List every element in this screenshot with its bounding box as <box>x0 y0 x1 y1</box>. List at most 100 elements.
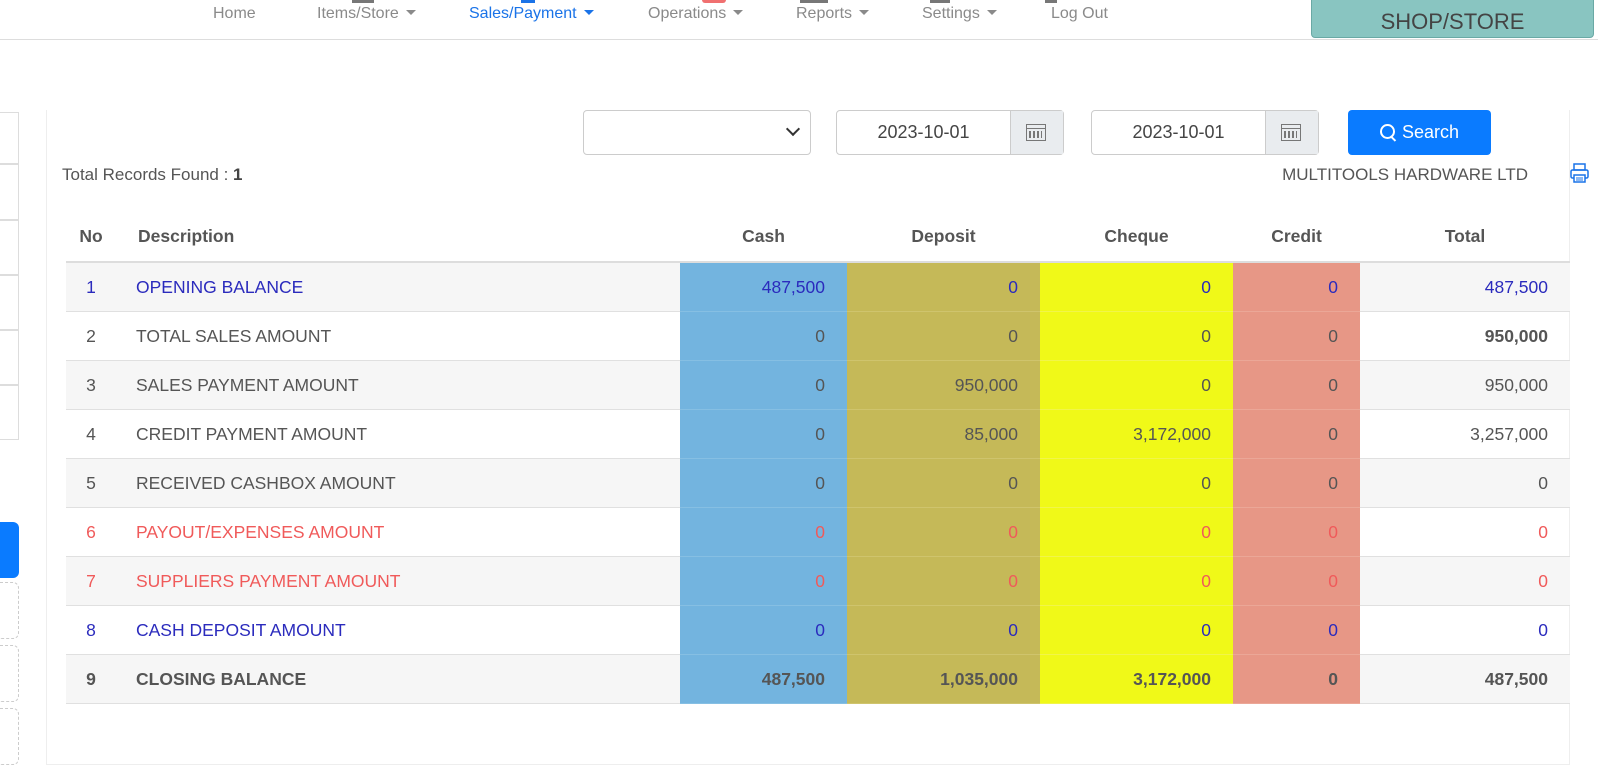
caret-down-icon <box>733 10 744 15</box>
row-deposit: 0 <box>847 605 1040 655</box>
sidebar-tab-5[interactable] <box>0 330 19 385</box>
nav-settings-label: Settings <box>922 5 980 22</box>
nav-log-out-label: Log Out <box>1051 5 1108 22</box>
row-description[interactable]: CASH DEPOSIT AMOUNT <box>116 605 680 655</box>
sidebar-active-tab[interactable] <box>0 522 19 578</box>
caret-down-icon <box>583 10 594 15</box>
row-cheque: 0 <box>1040 556 1233 606</box>
settings-icon <box>930 0 950 3</box>
row-credit: 0 <box>1233 507 1360 557</box>
row-cash: 0 <box>680 605 847 655</box>
row-no: 1 <box>66 262 116 312</box>
table-header-row: No Description Cash Deposit Cheque Credi… <box>66 212 1570 263</box>
row-cash: 487,500 <box>680 654 847 704</box>
sidebar-tab-1[interactable] <box>0 112 19 164</box>
row-no: 6 <box>66 507 116 557</box>
row-no: 8 <box>66 605 116 655</box>
total-records-label: Total Records Found : <box>62 165 234 184</box>
sidebar-tab-2[interactable] <box>0 164 19 220</box>
row-cheque: 3,172,000 <box>1040 409 1233 459</box>
row-no: 5 <box>66 458 116 508</box>
row-total: 950,000 <box>1360 360 1570 410</box>
row-cheque: 0 <box>1040 311 1233 361</box>
row-credit: 0 <box>1233 409 1360 459</box>
sidebar-dashed-tab-2[interactable] <box>0 645 19 702</box>
date-from-calendar-button[interactable] <box>1010 111 1063 154</box>
row-total: 0 <box>1360 507 1570 557</box>
row-cash: 487,500 <box>680 262 847 312</box>
row-description: CREDIT PAYMENT AMOUNT <box>116 409 680 459</box>
row-deposit: 0 <box>847 556 1040 606</box>
company-name: MULTITOOLS HARDWARE LTD <box>1282 165 1528 184</box>
search-button[interactable]: Search <box>1348 110 1491 155</box>
log-out-icon <box>1045 0 1057 3</box>
row-cheque: 3,172,000 <box>1040 654 1233 704</box>
row-credit: 0 <box>1233 654 1360 704</box>
header-total: Total <box>1360 212 1570 263</box>
row-deposit: 0 <box>847 507 1040 557</box>
row-no: 9 <box>66 654 116 704</box>
row-total: 0 <box>1360 605 1570 655</box>
search-icon <box>1379 123 1396 142</box>
row-credit: 0 <box>1233 311 1360 361</box>
nav-sales-payment-label: Sales/Payment <box>469 5 577 22</box>
reports-icon <box>800 0 828 3</box>
sales-payment-icon <box>521 0 535 3</box>
row-credit: 0 <box>1233 262 1360 312</box>
row-description: RECEIVED CASHBOX AMOUNT <box>116 458 680 508</box>
nav-items-store[interactable]: Items/Store <box>317 5 416 23</box>
date-to-calendar-button[interactable] <box>1265 111 1318 154</box>
nav-sales-payment[interactable]: Sales/Payment <box>469 5 594 23</box>
row-cheque: 0 <box>1040 262 1233 312</box>
shop-store-button[interactable]: SHOP/STORE <box>1311 0 1594 38</box>
header-description: Description <box>116 212 680 263</box>
row-cheque: 0 <box>1040 605 1233 655</box>
sidebar-tab-6[interactable] <box>0 385 19 440</box>
table-row: 1 OPENING BALANCE 487,500 0 0 0 487,500 <box>66 262 1570 312</box>
sidebar-tab-4[interactable] <box>0 275 19 330</box>
filter-select[interactable] <box>583 110 811 155</box>
row-cash: 0 <box>680 556 847 606</box>
table-row: 2 TOTAL SALES AMOUNT 0 0 0 0 950,000 <box>66 311 1570 361</box>
total-records: Total Records Found : 1 <box>62 165 243 185</box>
header-no: No <box>66 212 116 263</box>
sidebar-dashed-tab-1[interactable] <box>0 582 19 639</box>
sidebar-dashed-tab-3[interactable] <box>0 708 19 765</box>
row-deposit: 0 <box>847 311 1040 361</box>
search-button-label: Search <box>1401 122 1460 142</box>
nav-reports[interactable]: Reports <box>796 5 870 23</box>
row-total: 487,500 <box>1360 654 1570 704</box>
date-from-group: 2023-10-01 <box>836 110 1064 155</box>
row-cash: 0 <box>680 458 847 508</box>
table-row: 8 CASH DEPOSIT AMOUNT 0 0 0 0 0 <box>66 605 1570 655</box>
calendar-icon <box>1026 124 1046 141</box>
caret-down-icon <box>986 10 997 15</box>
date-to-input[interactable]: 2023-10-01 <box>1092 111 1265 154</box>
row-no: 3 <box>66 360 116 410</box>
row-cheque: 0 <box>1040 458 1233 508</box>
nav-settings[interactable]: Settings <box>922 5 997 23</box>
row-no: 7 <box>66 556 116 606</box>
date-to-group: 2023-10-01 <box>1091 110 1319 155</box>
nav-items-store-label: Items/Store <box>317 5 399 22</box>
caret-down-icon <box>405 10 416 15</box>
row-cheque: 0 <box>1040 360 1233 410</box>
row-description[interactable]: OPENING BALANCE <box>116 262 680 312</box>
row-total: 950,000 <box>1360 311 1570 361</box>
chevron-down-icon <box>785 121 801 137</box>
nav-log-out[interactable]: Log Out <box>1051 5 1108 23</box>
printer-icon[interactable] <box>1570 163 1589 183</box>
row-description[interactable]: SUPPLIERS PAYMENT AMOUNT <box>116 556 680 606</box>
row-description: SALES PAYMENT AMOUNT <box>116 360 680 410</box>
row-cash: 0 <box>680 409 847 459</box>
nav-home[interactable]: Home <box>213 5 256 23</box>
date-from-input[interactable]: 2023-10-01 <box>837 111 1010 154</box>
caret-down-icon <box>859 10 870 15</box>
sidebar-tab-3[interactable] <box>0 220 19 275</box>
nav-operations[interactable]: Operations <box>648 5 744 23</box>
row-total: 3,257,000 <box>1360 409 1570 459</box>
row-total: 0 <box>1360 458 1570 508</box>
row-description: TOTAL SALES AMOUNT <box>116 311 680 361</box>
table-row: 4 CREDIT PAYMENT AMOUNT 0 85,000 3,172,0… <box>66 409 1570 459</box>
row-description[interactable]: PAYOUT/EXPENSES AMOUNT <box>116 507 680 557</box>
